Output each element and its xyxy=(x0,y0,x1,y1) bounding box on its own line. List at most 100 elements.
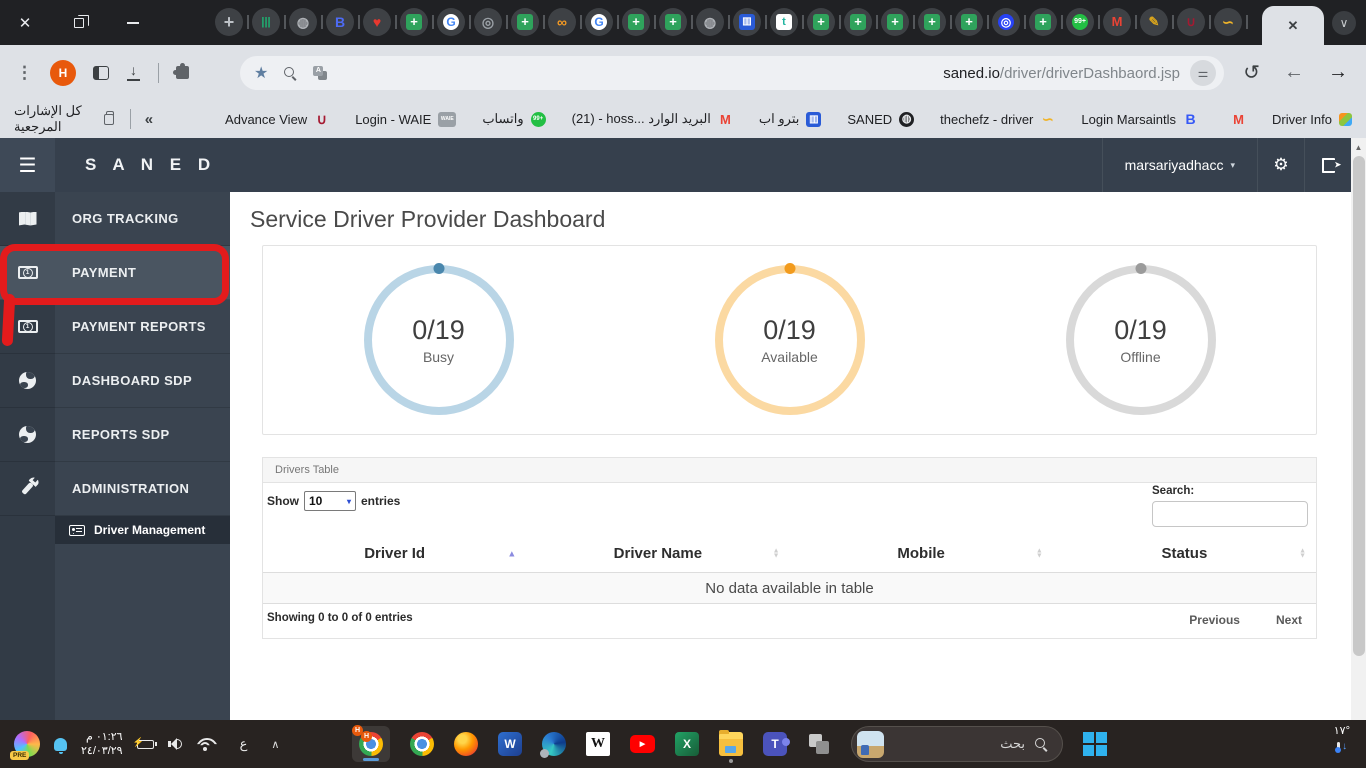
pinned-tab[interactable]: 99+ xyxy=(1066,8,1094,36)
chrome-icon[interactable] xyxy=(410,732,434,756)
pinned-tab[interactable]: + xyxy=(955,8,983,36)
youtube-icon[interactable]: ▶ xyxy=(630,735,655,753)
profile-avatar[interactable]: H xyxy=(50,60,76,86)
scroll-up-arrow[interactable]: ▲ xyxy=(1351,138,1366,152)
address-bar[interactable]: ★ saned.io/driver/driverDashbaord.jsp ⚌ xyxy=(240,56,1224,90)
pinned-tab[interactable]: ∪ xyxy=(1177,8,1205,36)
window-restore-button[interactable] xyxy=(68,12,90,34)
bookmark-item[interactable]: Driver Info xyxy=(1272,112,1352,127)
bookmark-item[interactable]: M xyxy=(1224,112,1246,127)
excel-icon[interactable]: X xyxy=(675,732,699,756)
taskbar-search[interactable]: بحث xyxy=(851,726,1063,762)
bookmark-item[interactable]: (21) - hoss... البريد الوارد M xyxy=(572,111,733,127)
sidebar-item-dashboard-sdp[interactable]: DASHBOARD SDP xyxy=(0,354,230,408)
bookmark-item[interactable]: بترو اب ▥ xyxy=(759,111,821,127)
back-button[interactable]: ← xyxy=(1284,61,1304,84)
pinned-tab[interactable]: ▥ xyxy=(733,8,761,36)
chrome-active-app[interactable]: H H xyxy=(352,726,390,762)
word-icon[interactable]: W xyxy=(498,732,522,756)
bookmark-item[interactable]: Login - WAIE WAIE xyxy=(355,112,456,127)
scrollbar-thumb[interactable] xyxy=(1353,156,1365,656)
translate-icon[interactable] xyxy=(313,66,328,81)
column-mobile[interactable]: Mobile xyxy=(790,545,1053,562)
sidebar-item-org-tracking[interactable]: ORG TRACKING xyxy=(0,192,230,246)
pinned-tab[interactable]: ∽ xyxy=(1214,8,1242,36)
wifi-icon[interactable] xyxy=(196,738,214,751)
pinned-tab[interactable]: + xyxy=(659,8,687,36)
extensions-icon[interactable] xyxy=(176,66,189,79)
scrollbar[interactable]: ▲ xyxy=(1351,138,1366,720)
weather-widget[interactable]: ١٧° ↓ xyxy=(1334,725,1350,753)
pinned-tab[interactable]: t xyxy=(770,8,798,36)
pinned-tab[interactable]: + xyxy=(881,8,909,36)
pinned-tab[interactable]: ||| xyxy=(252,8,280,36)
battery-icon[interactable] xyxy=(137,740,154,749)
pinned-tab[interactable]: G xyxy=(585,8,613,36)
forward-button[interactable]: → xyxy=(1328,61,1348,84)
logout-button[interactable] xyxy=(1304,138,1351,192)
copilot-icon[interactable]: PRE xyxy=(14,731,40,757)
pinned-tab[interactable]: ✎ xyxy=(1140,8,1168,36)
next-page-button[interactable]: Next xyxy=(1276,613,1302,627)
pinned-tab[interactable]: + xyxy=(215,8,243,36)
explorer-icon[interactable] xyxy=(719,732,743,756)
clock[interactable]: ٠١:٢٦ م ٢٤/٠٣/٢٩ xyxy=(81,730,123,758)
pinned-tab[interactable]: + xyxy=(622,8,650,36)
sidebar-item-payment-reports[interactable]: PAYMENT REPORTS xyxy=(0,300,230,354)
table-search-input[interactable] xyxy=(1152,501,1308,527)
pinned-tab[interactable]: G xyxy=(437,8,465,36)
column-status[interactable]: Status xyxy=(1053,545,1316,562)
browser-menu-button[interactable]: ⋮ xyxy=(16,63,33,83)
bookmark-item[interactable]: Advance View ∪ xyxy=(225,112,329,127)
pinned-tab[interactable]: ∞ xyxy=(548,8,576,36)
window-close-button[interactable]: ✕ xyxy=(14,12,36,34)
sidebar-subitem-driver-management[interactable]: Driver Management xyxy=(0,516,230,544)
wikipedia-icon[interactable]: W xyxy=(586,732,610,756)
pinned-tab[interactable]: ◍ xyxy=(289,8,317,36)
firefox-icon[interactable] xyxy=(454,732,478,756)
pinned-tab[interactable]: B xyxy=(326,8,354,36)
entries-select[interactable]: 10 ▾ xyxy=(304,491,356,511)
bookmark-item[interactable]: واتساب 99+ xyxy=(482,111,545,127)
pinned-tab[interactable]: + xyxy=(844,8,872,36)
collapse-bookmarks-icon[interactable]: « xyxy=(145,111,153,128)
pinned-tab[interactable]: + xyxy=(1029,8,1057,36)
bookmark-item[interactable]: thechefz - driver ∽ xyxy=(940,112,1055,127)
tab-search-button[interactable]: ∨ xyxy=(1332,11,1356,35)
tray-chevron-icon[interactable]: ∧ xyxy=(271,738,279,751)
active-tab[interactable]: ✕ xyxy=(1262,6,1324,45)
snip-icon[interactable] xyxy=(807,732,831,756)
zoom-icon[interactable] xyxy=(284,67,297,80)
teams-icon[interactable]: T xyxy=(763,732,787,756)
column-driver-id[interactable]: Driver Id xyxy=(263,545,526,562)
pinned-tab[interactable]: M xyxy=(1103,8,1131,36)
pinned-tab[interactable]: + xyxy=(807,8,835,36)
bookmark-item[interactable]: Login Marsaintls B xyxy=(1081,112,1198,127)
sidebar-item-reports-sdp[interactable]: REPORTS SDP xyxy=(0,408,230,462)
pinned-tab[interactable]: + xyxy=(400,8,428,36)
reload-button[interactable]: ↺ xyxy=(1243,60,1260,85)
edge-icon[interactable] xyxy=(542,732,566,756)
notifications-bell-icon[interactable] xyxy=(54,738,67,751)
window-minimize-button[interactable] xyxy=(122,12,144,34)
language-indicator[interactable]: ع xyxy=(240,736,248,752)
start-button[interactable] xyxy=(1083,732,1107,756)
sidebar-item-administration[interactable]: ADMINISTRATION xyxy=(0,462,230,516)
settings-button[interactable]: ⚙ xyxy=(1257,138,1304,192)
pinned-tab[interactable]: ◍ xyxy=(696,8,724,36)
pinned-tab[interactable]: + xyxy=(918,8,946,36)
volume-icon[interactable] xyxy=(168,738,182,750)
bookmark-star-icon[interactable]: ★ xyxy=(254,63,268,83)
bookmark-item[interactable]: SANED ◍ xyxy=(847,112,914,127)
downloads-icon[interactable] xyxy=(126,65,141,81)
all-bookmarks-button[interactable]: كل الإشارات المرجعية xyxy=(14,103,114,135)
user-menu[interactable]: marsariyadhacc ▾ xyxy=(1102,138,1257,192)
previous-page-button[interactable]: Previous xyxy=(1189,613,1240,627)
pinned-tab[interactable]: ♥ xyxy=(363,8,391,36)
pinned-tab[interactable]: ◎ xyxy=(474,8,502,36)
sidebar-toggle-button[interactable]: ☰ xyxy=(0,138,55,192)
site-settings-icon[interactable]: ⚌ xyxy=(1190,60,1216,86)
sidebar-item-payment[interactable]: PAYMENT xyxy=(0,246,230,300)
column-driver-name[interactable]: Driver Name xyxy=(526,545,789,562)
tab-close-icon[interactable]: ✕ xyxy=(1288,18,1299,34)
